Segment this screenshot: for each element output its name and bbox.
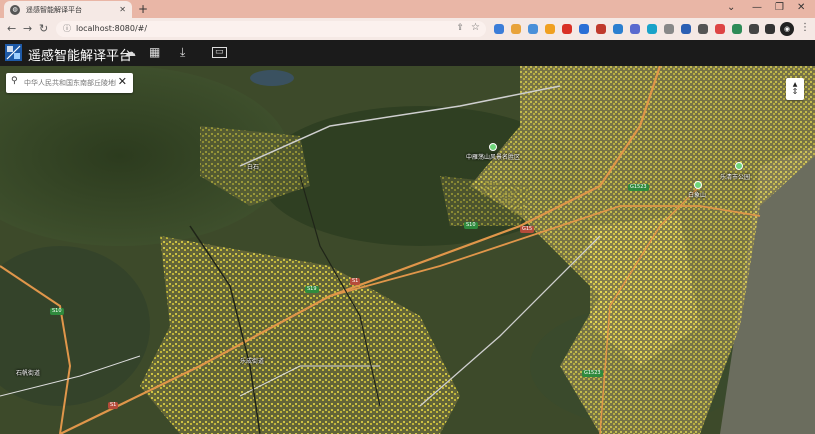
map-pin-icon[interactable] xyxy=(694,181,702,189)
road-shield: S10 xyxy=(50,308,64,315)
road-shield: G1523 xyxy=(582,370,603,377)
profile-avatar[interactable]: ◉ xyxy=(780,22,794,36)
extension-icon[interactable] xyxy=(528,24,538,34)
globe-icon: ◍ xyxy=(10,4,20,15)
extension-icon[interactable] xyxy=(698,24,708,34)
road-shield: S1 xyxy=(350,278,361,285)
tab-title: 遥感智能解译平台 xyxy=(26,5,82,14)
back-icon[interactable]: ← xyxy=(7,22,16,35)
extension-icon[interactable] xyxy=(681,24,691,34)
road-shield: G15 xyxy=(520,226,535,233)
extension-icon[interactable] xyxy=(579,24,589,34)
extension-icon[interactable] xyxy=(511,24,521,34)
road-shield: S19 xyxy=(305,286,319,293)
extension-icon[interactable] xyxy=(596,24,606,34)
search-input[interactable] xyxy=(24,77,116,89)
road-shield: S1 xyxy=(108,402,119,409)
map-label: 乐清市公园 xyxy=(720,174,751,181)
share-icon[interactable]: ⇪ xyxy=(456,23,464,33)
bookmark-star-icon[interactable]: ☆ xyxy=(471,22,480,33)
reload-icon[interactable]: ↻ xyxy=(39,22,48,35)
window-close-icon[interactable]: ✕ xyxy=(797,2,805,13)
puzzle-icon[interactable] xyxy=(749,24,759,34)
screen-icon[interactable]: ▭ xyxy=(212,47,227,58)
extension-icon[interactable] xyxy=(494,24,504,34)
restore-icon[interactable]: ❐ xyxy=(775,2,784,13)
map-label: 白象山 xyxy=(688,192,707,199)
new-tab-button[interactable]: + xyxy=(138,2,148,16)
browser-tab-strip: ◍ 遥感智能解译平台 ✕ + ⌄ — ❐ ✕ xyxy=(0,0,815,18)
download-icon[interactable]: ⤓ xyxy=(180,45,185,60)
road-shield: G1523 xyxy=(628,184,649,191)
tab-search-icon[interactable]: ⌄ xyxy=(727,2,735,13)
extension-icon[interactable] xyxy=(664,24,674,34)
compass-icon: ⇕ xyxy=(791,87,799,96)
forward-icon[interactable]: → xyxy=(23,22,32,35)
map-pin-icon[interactable] xyxy=(735,162,743,170)
search-icon: ⚲ xyxy=(11,76,18,86)
clear-icon[interactable]: ✕ xyxy=(118,75,127,88)
browser-tab[interactable]: ◍ 遥感智能解译平台 ✕ xyxy=(4,1,132,18)
search-box: ⚲ ✕ xyxy=(6,73,133,93)
sidebar-icon[interactable] xyxy=(765,24,775,34)
extension-icon[interactable] xyxy=(545,24,555,34)
site-info-icon[interactable]: ⓘ xyxy=(63,23,71,34)
map-label: 白石 xyxy=(247,164,260,171)
app-logo xyxy=(5,44,22,61)
tab-close-icon[interactable]: ✕ xyxy=(119,5,126,14)
extension-icon[interactable] xyxy=(715,24,725,34)
extension-icon[interactable] xyxy=(647,24,657,34)
extension-icon[interactable] xyxy=(630,24,640,34)
menu-icon[interactable]: ⋮ xyxy=(800,22,810,33)
map-pin-icon[interactable] xyxy=(489,143,497,151)
satellite-map[interactable]: 中雁荡山风景名胜区 乐清市公园 白象山 石帆街道 乐成街道 白石 S10 G15… xyxy=(0,66,815,434)
minimize-icon[interactable]: — xyxy=(752,2,762,13)
map-label: 乐成街道 xyxy=(240,358,265,365)
map-label: 中雁荡山风景名胜区 xyxy=(466,154,521,161)
app-header: 遥感智能解译平台 ☁ ▦ ⤓ ▭ xyxy=(0,40,815,66)
building-icon[interactable]: ▦ xyxy=(149,45,160,59)
compass-button[interactable]: ▲ ⇕ xyxy=(786,78,804,100)
address-bar[interactable]: ⓘ localhost:8080/#/ ⇪ ☆ xyxy=(56,21,486,37)
app-title: 遥感智能解译平台 xyxy=(28,49,133,64)
road-shield: S10 xyxy=(464,222,478,229)
upload-icon[interactable]: ☁ xyxy=(124,45,136,59)
extension-icon[interactable] xyxy=(613,24,623,34)
extension-icon[interactable] xyxy=(732,24,742,34)
extension-icon[interactable] xyxy=(562,24,572,34)
url-text: localhost:8080/#/ xyxy=(76,24,148,33)
browser-toolbar: ← → ↻ ⓘ localhost:8080/#/ ⇪ ☆ ◉ ⋮ xyxy=(0,18,815,40)
map-label: 石帆街道 xyxy=(16,370,41,377)
